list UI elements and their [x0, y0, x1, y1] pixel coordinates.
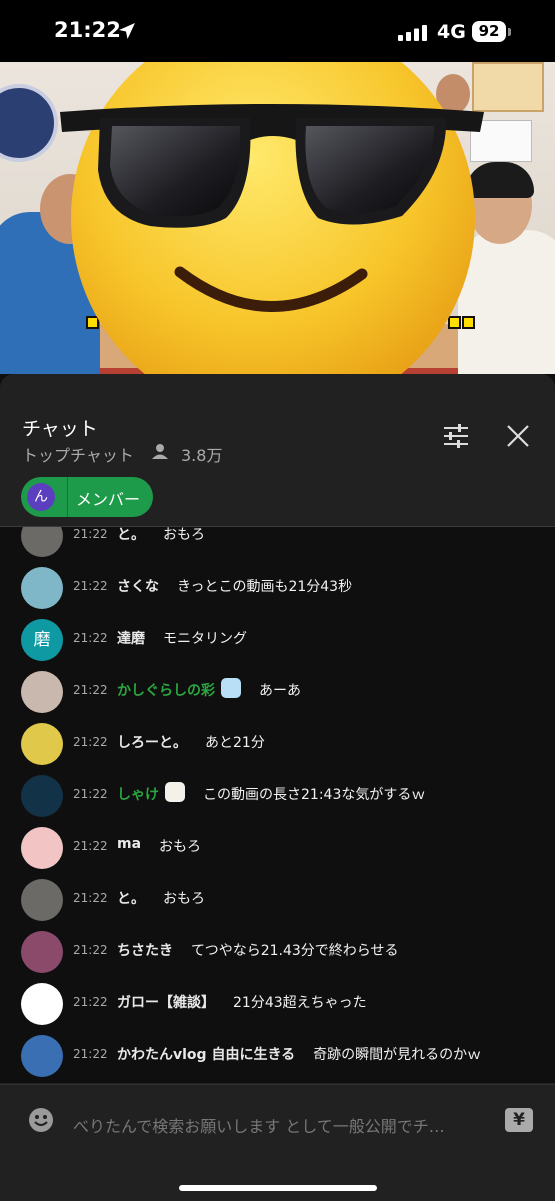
member-avatar: ん [27, 483, 55, 511]
message-text: あと21分 [205, 735, 265, 751]
chat-message[interactable]: 21:22 かしぐらしの彩 あーあ [0, 666, 555, 718]
avatar[interactable] [21, 775, 63, 817]
signal-icon [398, 25, 427, 41]
avatar[interactable] [21, 1035, 63, 1077]
chat-message-list[interactable]: 21:22 と。 おもろ 21:22 さくな きっとこの動画も21分43秒磨 21:22 達磨… [0, 527, 555, 1083]
member-chip[interactable]: ん メンバー [21, 477, 153, 517]
chat-message[interactable]: 21:22 しろーと。 あと21分 [0, 718, 555, 770]
message-author[interactable]: ちさたき [117, 940, 173, 960]
chat-message[interactable]: 21:22 ma おもろ [0, 822, 555, 874]
message-timestamp: 21:22 [73, 1047, 108, 1061]
message-timestamp: 21:22 [73, 891, 108, 905]
chat-message-input[interactable]: べりたんで検索お願いします として一般公開でチ… [73, 1113, 468, 1137]
avatar[interactable] [21, 983, 63, 1025]
video-player[interactable] [0, 62, 555, 374]
viewer-count: 3.8万 [181, 446, 223, 465]
status-time: 21:22 [54, 18, 121, 42]
chat-input-bar: べりたんで検索お願いします として一般公開でチ… ¥ [0, 1084, 555, 1201]
member-chip-label: メンバー [76, 490, 141, 509]
message-author[interactable]: かしぐらしの彩 [117, 680, 215, 700]
chat-message[interactable]: 21:22 と。 おもろ [0, 874, 555, 926]
filter-settings-icon[interactable] [443, 424, 469, 448]
avatar[interactable] [21, 527, 63, 557]
network-type: 4G [437, 21, 466, 43]
chat-title: チャット [22, 418, 98, 440]
sunglasses-emoji-sticker [60, 62, 484, 374]
message-timestamp: 21:22 [73, 683, 108, 697]
avatar[interactable] [21, 827, 63, 869]
chat-message[interactable]: 21:22 かわたんvlog 自由に生きる 奇跡の瞬間が見れるのかｗ [0, 1030, 555, 1082]
message-text: あーあ [259, 683, 301, 699]
chat-mode-selector[interactable]: トップチャット [22, 442, 134, 466]
super-chat-button[interactable]: ¥ [505, 1108, 533, 1132]
avatar[interactable] [21, 931, 63, 973]
message-text: おもろ [163, 891, 205, 907]
message-author[interactable]: さくな [117, 576, 159, 596]
message-author[interactable]: かわたんvlog 自由に生きる [117, 1044, 295, 1064]
avatar[interactable] [21, 723, 63, 765]
chat-message[interactable]: 21:22 さくな きっとこの動画も21分43秒 [0, 562, 555, 614]
avatar[interactable] [21, 567, 63, 609]
message-text: きっとこの動画も21分43秒 [177, 579, 353, 595]
battery-indicator: 92 [472, 21, 506, 42]
location-arrow-icon [119, 23, 135, 39]
chat-message[interactable]: 21:22 しゃけ この動画の長さ21:43な気がするｗ [0, 770, 555, 822]
message-text: おもろ [163, 527, 205, 543]
message-text: てつやなら21.43分で終わらせる [191, 943, 399, 959]
message-author[interactable]: しゃけ [117, 784, 159, 804]
message-author[interactable]: と。 [117, 527, 145, 544]
home-indicator[interactable] [179, 1185, 377, 1191]
status-bar: 21:22 4G 92 [0, 0, 555, 62]
message-author[interactable]: ガロー【雑談】 [117, 992, 215, 1012]
chat-message[interactable]: 21:22 ガロー【雑談】 21分43超えちゃった [0, 978, 555, 1030]
chip-divider [67, 477, 68, 517]
message-text: おもろ [159, 839, 202, 855]
avatar[interactable]: 磨 [21, 619, 63, 661]
member-badge-icon [221, 678, 241, 698]
message-timestamp: 21:22 [73, 787, 108, 801]
close-icon[interactable] [506, 424, 530, 448]
message-timestamp: 21:22 [73, 995, 108, 1009]
message-author[interactable]: しろーと。 [117, 732, 187, 752]
emoji-picker-icon[interactable] [28, 1107, 54, 1133]
message-timestamp: 21:22 [73, 527, 108, 541]
message-text: モニタリング [163, 631, 247, 647]
message-text: 21分43超えちゃった [233, 995, 367, 1011]
avatar[interactable] [21, 671, 63, 713]
message-author[interactable]: と。 [117, 888, 145, 908]
message-text: この動画の長さ21:43な気がするｗ [203, 787, 426, 803]
person-icon [152, 444, 168, 459]
message-timestamp: 21:22 [73, 579, 108, 593]
chat-message[interactable]: 21:22 ちさたき てつやなら21.43分で終わらせる [0, 926, 555, 978]
wall-decoration [0, 84, 58, 162]
chat-message[interactable]: 21:22 と。 おもろ [0, 527, 555, 562]
message-timestamp: 21:22 [73, 943, 108, 957]
message-timestamp: 21:22 [73, 839, 108, 853]
message-author[interactable]: 達磨 [117, 628, 145, 648]
chat-message[interactable]: 磨 21:22 達磨 モニタリング [0, 614, 555, 666]
message-text: 奇跡の瞬間が見れるのかｗ [313, 1047, 482, 1063]
message-timestamp: 21:22 [73, 735, 108, 749]
message-timestamp: 21:22 [73, 631, 108, 645]
member-badge-icon [165, 782, 185, 802]
battery-tip [508, 28, 511, 36]
avatar[interactable] [21, 879, 63, 921]
message-author[interactable]: ma [117, 836, 141, 852]
